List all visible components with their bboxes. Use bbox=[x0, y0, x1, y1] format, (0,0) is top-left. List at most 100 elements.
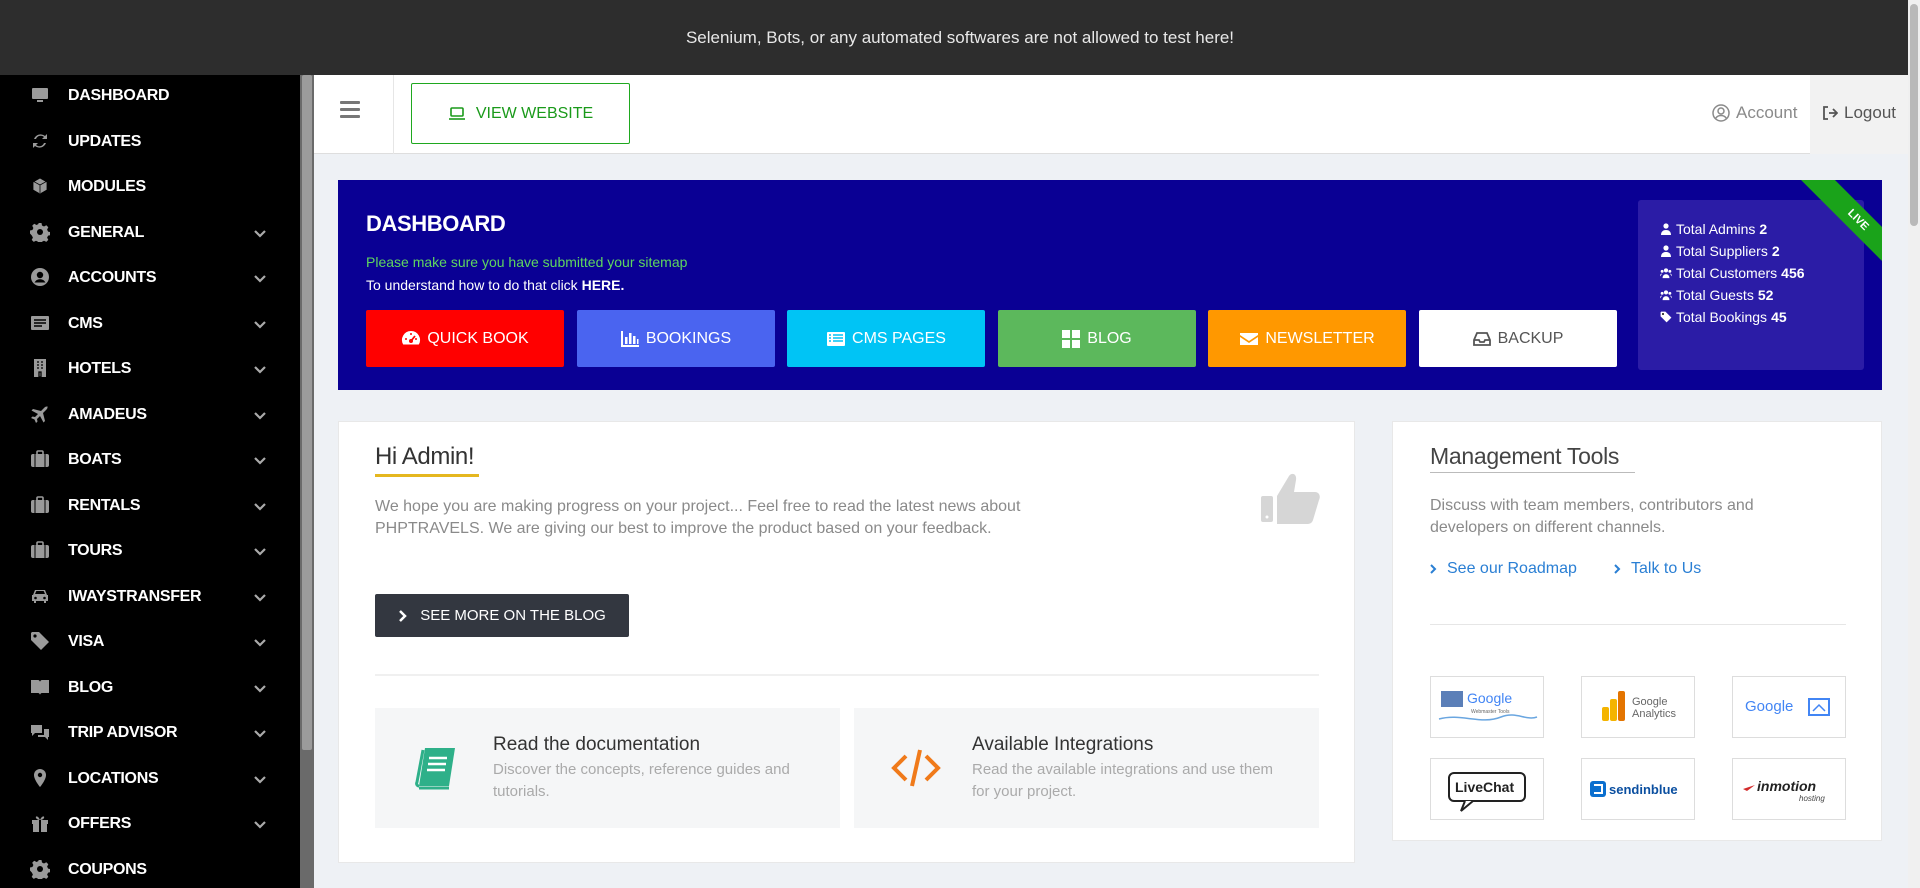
google-search-console-logo[interactable]: Google bbox=[1732, 676, 1846, 738]
quick-book-button[interactable]: QUICK BOOK bbox=[366, 310, 564, 367]
integrations-desc: Read the available integrations and use … bbox=[972, 761, 1274, 800]
chevron-down-icon[interactable] bbox=[252, 589, 268, 605]
inmotion-graphic: inmotion hosting bbox=[1743, 778, 1825, 803]
view-website-button[interactable]: VIEW WEBSITE bbox=[411, 83, 630, 144]
stat-value: 45 bbox=[1771, 309, 1787, 325]
inmotion-hosting-logo[interactable]: inmotion hosting bbox=[1732, 758, 1846, 820]
sidebar-item-general[interactable]: GENERAL bbox=[0, 213, 300, 253]
greeting-heading: Hi Admin! bbox=[375, 443, 475, 470]
grid-icon bbox=[1061, 329, 1081, 349]
backup-button[interactable]: BACKUP bbox=[1418, 310, 1617, 367]
livechat-graphic: LiveChat bbox=[1448, 772, 1526, 812]
users-icon bbox=[1660, 289, 1672, 301]
welcome-card: Hi Admin! We hope you are making progres… bbox=[338, 421, 1355, 863]
sidebar-item-accounts[interactable]: ACCOUNTS bbox=[0, 258, 300, 298]
user-circle-icon bbox=[1712, 104, 1730, 122]
chevron-down-icon[interactable] bbox=[252, 225, 268, 241]
chevron-right-icon bbox=[1614, 564, 1621, 574]
user-circle-icon bbox=[29, 266, 51, 288]
sidebar-item-boats[interactable]: BOATS bbox=[0, 440, 300, 480]
chevron-down-icon[interactable] bbox=[252, 816, 268, 832]
analytics-logo-sub: Analytics bbox=[1632, 708, 1677, 720]
documentation-feature[interactable]: Read the documentation Discover the conc… bbox=[375, 708, 840, 828]
sidebar-item-cms[interactable]: CMS bbox=[0, 304, 300, 344]
backup-label: BACKUP bbox=[1497, 329, 1564, 347]
users-icon bbox=[1660, 267, 1672, 279]
newsletter-button[interactable]: NEWSLETTER bbox=[1208, 310, 1406, 367]
tools-divider bbox=[1430, 624, 1846, 625]
page-scrollbar[interactable] bbox=[1908, 0, 1920, 888]
sidebar-item-modules[interactable]: MODULES bbox=[0, 167, 300, 207]
sidebar-item-rentals[interactable]: RENTALS bbox=[0, 486, 300, 526]
analytics-logo-name: Google bbox=[1632, 696, 1667, 708]
briefcase-icon bbox=[29, 494, 51, 516]
cms-pages-button[interactable]: CMS PAGES bbox=[787, 310, 985, 367]
sidebar-item-hotels[interactable]: HOTELS bbox=[0, 349, 300, 389]
integrations-title: Available Integrations bbox=[972, 734, 1154, 755]
chevron-down-icon[interactable] bbox=[252, 725, 268, 741]
livechat-logo[interactable]: LiveChat bbox=[1430, 758, 1544, 820]
chevron-right-icon bbox=[1430, 564, 1437, 574]
google-analytics-logo[interactable]: Google Analytics bbox=[1581, 676, 1695, 738]
user-icon bbox=[1660, 223, 1672, 235]
chevron-down-icon[interactable] bbox=[252, 407, 268, 423]
sidebar-item-visa[interactable]: VISA bbox=[0, 622, 300, 662]
sidebar-item-tours[interactable]: TOURS bbox=[0, 531, 300, 571]
blog-button[interactable]: BLOG bbox=[997, 310, 1196, 367]
welcome-text: We hope you are making progress on your … bbox=[375, 498, 1021, 537]
sidebar-item-updates[interactable]: UPDATES bbox=[0, 122, 300, 162]
chevron-down-icon[interactable] bbox=[252, 771, 268, 787]
sidebar-scrollbar-thumb[interactable] bbox=[302, 75, 312, 750]
sidebar-item-label: ACCOUNTS bbox=[68, 269, 157, 286]
documentation-title: Read the documentation bbox=[493, 734, 701, 755]
chevron-down-icon[interactable] bbox=[252, 452, 268, 468]
sitemap-howto: To understand how to do that click HERE. bbox=[366, 277, 624, 293]
menu-toggle-icon[interactable] bbox=[340, 101, 362, 121]
see-more-blog-button[interactable]: SEE MORE ON THE BLOG bbox=[375, 594, 629, 637]
chevron-down-icon[interactable] bbox=[252, 270, 268, 286]
roadmap-link[interactable]: See our Roadmap bbox=[1430, 560, 1577, 578]
sidebar-item-label: BOATS bbox=[68, 451, 122, 468]
stat-value: 456 bbox=[1781, 265, 1805, 281]
bookings-button[interactable]: BOOKINGS bbox=[576, 310, 775, 367]
stat-total-guests: Total Guests 52 bbox=[1660, 287, 1773, 303]
sidebar-item-blog[interactable]: BLOG bbox=[0, 668, 300, 708]
briefcase-icon bbox=[29, 539, 51, 561]
sidebar-item-label: CMS bbox=[68, 314, 103, 332]
webmaster-logo-sub: Webmaster Tools bbox=[1471, 709, 1510, 715]
account-link[interactable]: Account bbox=[1712, 103, 1797, 123]
car-icon bbox=[29, 585, 51, 607]
sidebar-item-label: IWAYSTRANSFER bbox=[68, 587, 202, 605]
code-icon bbox=[891, 749, 941, 787]
sidebar-scrollbar[interactable] bbox=[300, 75, 314, 888]
sidebar-item-iwaystransfer[interactable]: IWAYSTRANSFER bbox=[0, 577, 300, 617]
logout-button[interactable]: Logout bbox=[1822, 103, 1896, 123]
bookings-label: BOOKINGS bbox=[645, 329, 732, 347]
chevron-right-icon bbox=[399, 609, 407, 622]
integrations-feature[interactable]: Available Integrations Read the availabl… bbox=[854, 708, 1319, 828]
sidebar-item-offers[interactable]: OFFERS bbox=[0, 804, 300, 844]
sidebar-item-trip-advisor[interactable]: TRIP ADVISOR bbox=[0, 713, 300, 753]
google-webmaster-logo[interactable]: Google Webmaster Tools bbox=[1430, 676, 1544, 738]
sidebar-item-dashboard[interactable]: DASHBOARD bbox=[0, 76, 300, 116]
page-scrollbar-thumb[interactable] bbox=[1910, 4, 1918, 226]
chevron-down-icon[interactable] bbox=[252, 680, 268, 696]
chevron-down-icon[interactable] bbox=[252, 634, 268, 650]
chevron-down-icon[interactable] bbox=[252, 543, 268, 559]
chevron-down-icon[interactable] bbox=[252, 316, 268, 332]
see-more-blog-label: SEE MORE ON THE BLOG bbox=[420, 607, 606, 624]
chevron-down-icon[interactable] bbox=[252, 361, 268, 377]
sendinblue-logo[interactable]: sendinblue bbox=[1581, 758, 1695, 820]
header-divider bbox=[393, 75, 394, 154]
sidebar-item-label: UPDATES bbox=[68, 132, 142, 150]
talk-to-us-link[interactable]: Talk to Us bbox=[1614, 560, 1701, 578]
sidebar-item-locations[interactable]: LOCATIONS bbox=[0, 759, 300, 799]
livechat-logo-name: LiveChat bbox=[1455, 779, 1514, 795]
sidebar: DASHBOARD UPDATES MODULES GENERAL ACCOUNTS CM… bbox=[0, 75, 314, 888]
chevron-down-icon[interactable] bbox=[252, 498, 268, 514]
sidebar-item-coupons[interactable]: COUPONS bbox=[0, 850, 300, 888]
analytics-graphic: Google Analytics bbox=[1602, 691, 1677, 721]
sitemap-here-link[interactable]: HERE. bbox=[582, 277, 625, 293]
sidebar-item-amadeus[interactable]: AMADEUS bbox=[0, 395, 300, 435]
sidebar-item-label: MODULES bbox=[68, 178, 146, 195]
